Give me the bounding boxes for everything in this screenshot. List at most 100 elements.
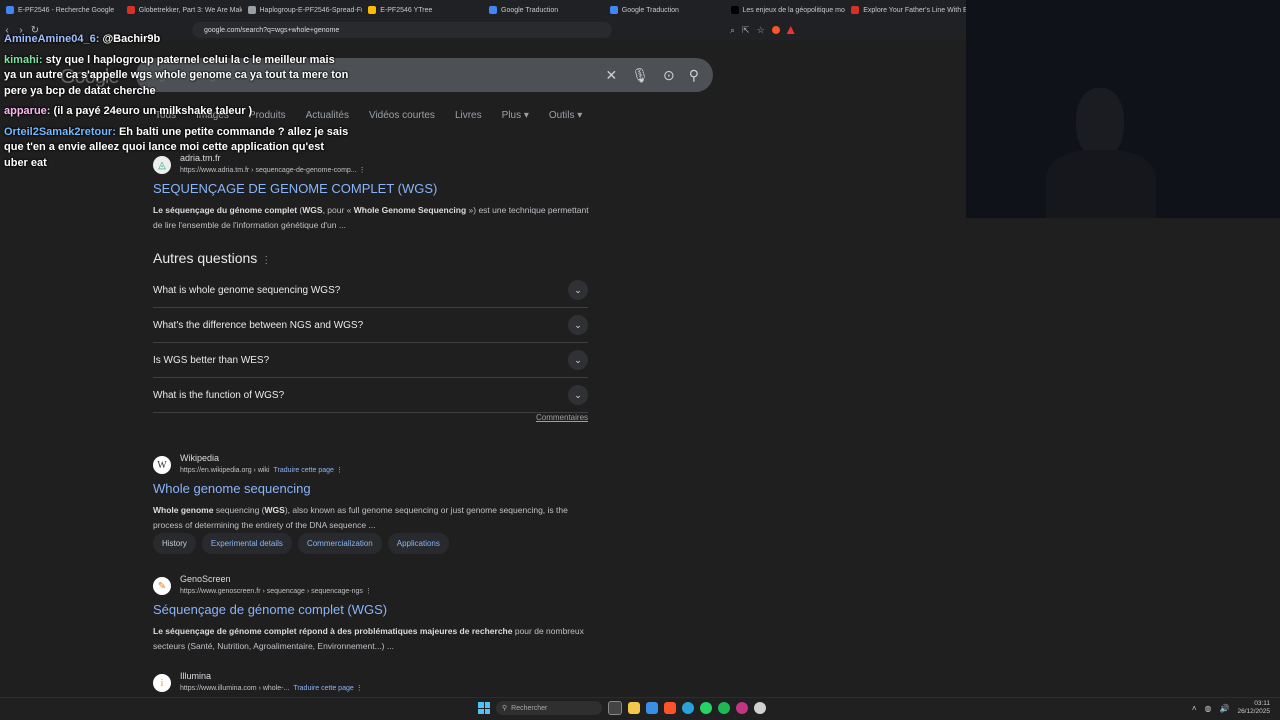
brave-icon[interactable] xyxy=(664,702,676,714)
paa-question[interactable]: What is the function of WGS? ⌄ xyxy=(153,378,588,413)
instagram-icon[interactable] xyxy=(736,702,748,714)
paa-question[interactable]: Is WGS better than WES? ⌄ xyxy=(153,343,588,378)
result-snippet: Le séquençage de génome complet répond à… xyxy=(153,626,584,651)
more-options-icon[interactable]: ⋮ xyxy=(365,588,372,595)
taskbar-search-text: Rechercher xyxy=(511,704,548,712)
paa-question-text: What is the function of WGS? xyxy=(153,389,285,401)
file-explorer-icon[interactable] xyxy=(628,702,640,714)
chat-username: AmineAmine04_6: xyxy=(4,33,100,45)
paa-question-text: Is WGS better than WES? xyxy=(153,354,270,366)
clock[interactable]: 03:11 26/12/2025 xyxy=(1237,700,1270,716)
more-options-icon[interactable]: ⋮ xyxy=(261,255,271,266)
wikipedia-favicon: W xyxy=(153,456,171,474)
sitelink-chip[interactable]: Commercialization xyxy=(297,533,382,554)
tab-label: Globetrekker, Part 3: We Are Making xyxy=(138,6,242,14)
chat-text: sty que l haplogroup paternel celui la c… xyxy=(4,53,349,97)
task-view-icon[interactable] xyxy=(608,701,622,715)
chat-message: Orteil2Samak2retour: Eh balti une petite… xyxy=(4,125,349,172)
chevron-down-icon[interactable]: ⌄ xyxy=(568,350,588,370)
translate-link[interactable]: Traduire cette page xyxy=(273,467,333,474)
search-tab[interactable]: Plus ▾ xyxy=(500,110,531,121)
chevron-down-icon[interactable]: ⌄ xyxy=(568,315,588,335)
more-options-icon[interactable]: ⋮ xyxy=(356,685,363,692)
result-site: GenoScreen xyxy=(180,574,231,584)
chat-message: kimahi: sty que l haplogroup paternel ce… xyxy=(4,53,349,100)
search-icon[interactable]: ⚲ xyxy=(689,67,699,84)
browser-tab[interactable]: Explore Your Father's Line With E xyxy=(845,0,966,20)
chevron-up-icon[interactable]: ˄ xyxy=(1192,704,1197,713)
sitelink-chip[interactable]: Experimental details xyxy=(201,533,292,554)
tab-favicon-icon xyxy=(247,6,256,14)
webcam-feed xyxy=(966,0,1280,218)
sitelink-chip[interactable]: Applications xyxy=(387,533,449,554)
result-url-text[interactable]: https://www.genoscreen.fr › sequencage ›… xyxy=(180,588,363,595)
tab-label: Google Traduction xyxy=(621,6,679,14)
result-url[interactable]: https://www.illumina.com › whole-... Trad… xyxy=(180,684,363,692)
obs-icon[interactable] xyxy=(754,702,766,714)
chat-message: AmineAmine04_6: @Bachir9b xyxy=(4,32,349,48)
browser-tab[interactable]: E-PF2546 YTree xyxy=(362,0,483,20)
browser-tab[interactable]: Globetrekker, Part 3: We Are Making xyxy=(121,0,242,20)
network-icon[interactable]: ◍ xyxy=(1205,704,1212,713)
chevron-down-icon[interactable]: ⌄ xyxy=(568,280,588,300)
telegram-icon[interactable] xyxy=(682,702,694,714)
browser-tab[interactable]: Google Traduction xyxy=(483,0,604,20)
result-url-text[interactable]: https://en.wikipedia.org › wiki xyxy=(180,467,269,474)
clock-date: 26/12/2025 xyxy=(1237,708,1270,715)
streamer-body xyxy=(1046,150,1156,218)
tab-favicon-icon xyxy=(730,6,739,14)
store-icon[interactable] xyxy=(646,702,658,714)
genoscreen-favicon: ✎ xyxy=(153,577,171,595)
windows-start-icon[interactable] xyxy=(478,702,490,714)
chat-text: @Bachir9b xyxy=(102,33,161,45)
tab-label: Explore Your Father's Line With E xyxy=(863,6,966,14)
result-title[interactable]: Whole genome sequencing xyxy=(153,481,311,496)
chat-message: apparue: (il a payé 24euro un milkshake … xyxy=(4,104,349,120)
browser-tab-strip: E-PF2546 - Recherche Google Globetrekker,… xyxy=(0,0,966,20)
browser-tab[interactable]: Google Traduction xyxy=(604,0,725,20)
browser-tab[interactable]: Haplogroup-E-PF2546-Spread-From xyxy=(242,0,363,20)
result-url[interactable]: https://en.wikipedia.org › wiki Traduire … xyxy=(180,466,343,474)
microphone-icon[interactable]: 🎙 xyxy=(631,67,649,84)
more-options-icon[interactable]: ⋮ xyxy=(359,167,366,174)
tab-label: Haplogroup-E-PF2546-Spread-From xyxy=(259,6,363,14)
search-tab[interactable]: Vidéos courtes xyxy=(367,110,437,121)
clear-icon[interactable]: ✕ xyxy=(605,67,617,84)
lens-icon[interactable]: ⊙ xyxy=(663,67,675,84)
zoom-icon[interactable]: ⌕ xyxy=(730,25,735,36)
search-tab[interactable]: Outils ▾ xyxy=(547,110,584,121)
taskbar-search[interactable]: ⚲ Rechercher xyxy=(496,701,602,715)
search-tab[interactable]: Livres xyxy=(453,110,484,121)
result-title[interactable]: SEQUENÇAGE DE GENOME COMPLET (WGS) xyxy=(153,181,437,196)
result-url[interactable]: https://www.genoscreen.fr › sequencage ›… xyxy=(180,587,372,595)
chat-text: (il a payé 24euro un milkshake taleur ) xyxy=(53,105,253,117)
paa-question[interactable]: What's the difference between NGS and WG… xyxy=(153,308,588,343)
result-title[interactable]: Séquençage de génome complet (WGS) xyxy=(153,602,387,617)
tab-label: E-PF2546 - Recherche Google xyxy=(18,6,115,14)
whatsapp-icon[interactable] xyxy=(700,702,712,714)
brave-rewards-icon[interactable] xyxy=(786,26,795,34)
translate-link[interactable]: Traduire cette page xyxy=(293,685,353,692)
feedback-link[interactable]: Commentaires xyxy=(536,413,588,422)
bookmark-icon[interactable]: ☆ xyxy=(757,25,765,36)
system-tray: ˄ ◍ 🔊 03:11 26/12/2025 xyxy=(1192,700,1270,716)
result-url-text[interactable]: https://www.illumina.com › whole-... xyxy=(180,685,289,692)
share-icon[interactable]: ⇱ xyxy=(742,25,750,36)
clock-time: 03:11 xyxy=(1254,700,1270,707)
paa-question-text: What is whole genome sequencing WGS? xyxy=(153,284,341,296)
tab-favicon-icon xyxy=(489,6,497,14)
volume-icon[interactable]: 🔊 xyxy=(1219,704,1229,713)
chat-username: Orteil2Samak2retour: xyxy=(4,125,116,138)
wikipedia-sitelinks: History Experimental details Commercializa… xyxy=(153,533,449,554)
tab-favicon-icon xyxy=(6,6,14,14)
paa-question[interactable]: What is whole genome sequencing WGS? ⌄ xyxy=(153,273,588,308)
sitelink-chip[interactable]: History xyxy=(153,533,196,554)
browser-tab[interactable]: E-PF2546 - Recherche Google xyxy=(0,0,121,20)
spotify-icon[interactable] xyxy=(718,702,730,714)
tab-label: E-PF2546 YTree xyxy=(380,6,433,14)
more-options-icon[interactable]: ⋮ xyxy=(336,467,343,474)
chevron-down-icon[interactable]: ⌄ xyxy=(568,385,588,405)
paa-heading-text: Autres questions xyxy=(153,250,258,266)
brave-shield-icon[interactable] xyxy=(771,26,780,34)
browser-tab[interactable]: Les enjeux de la géopolitique mode xyxy=(725,0,845,20)
